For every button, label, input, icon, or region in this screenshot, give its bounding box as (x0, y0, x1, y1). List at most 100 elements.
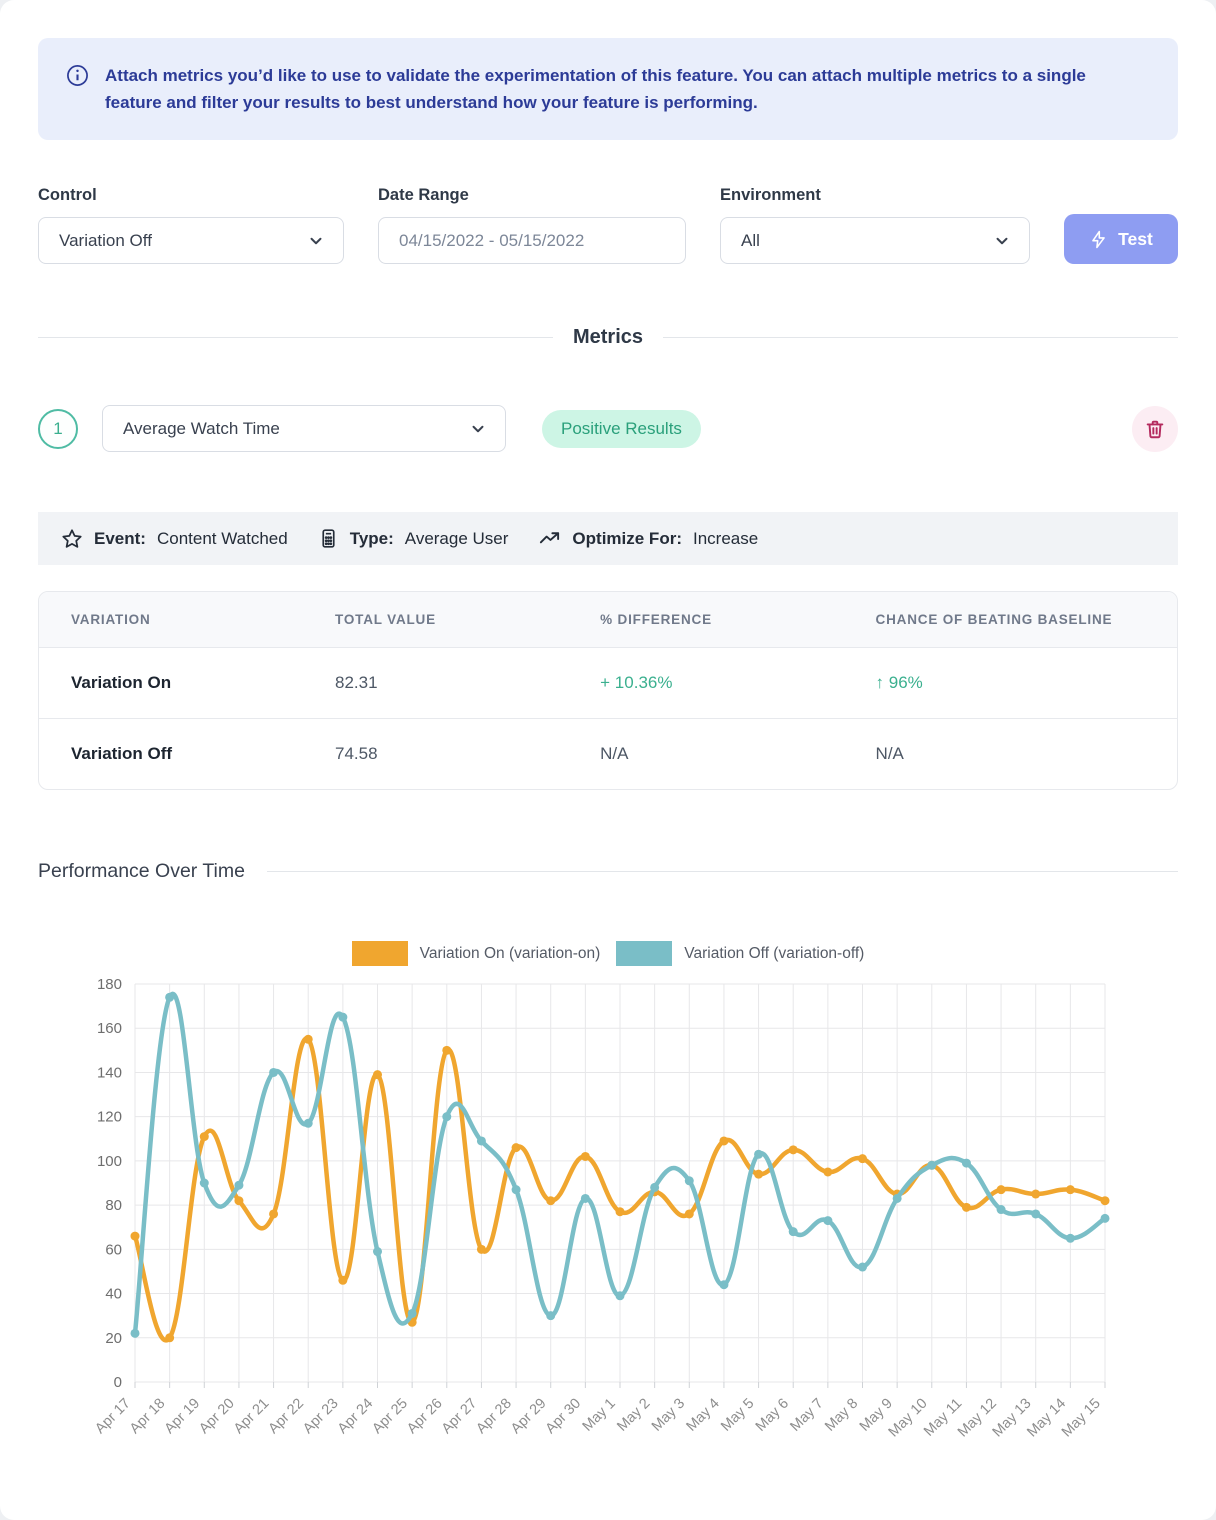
svg-text:May 7: May 7 (787, 1396, 826, 1435)
svg-text:0: 0 (114, 1374, 122, 1391)
chevron-down-icon (993, 232, 1011, 250)
meta-type-value: Average User (405, 529, 509, 549)
environment-label: Environment (720, 186, 1030, 205)
control-select-value: Variation Off (59, 231, 307, 251)
legend-swatch-variation-off (616, 941, 672, 966)
svg-text:Apr 25: Apr 25 (369, 1396, 411, 1438)
performance-chart: 0 20 40 60 80 100 120 140 160 180 Apr 17Apr 18 Apr … (38, 972, 1178, 1482)
svg-text:20: 20 (105, 1330, 122, 1347)
svg-text:May 15: May 15 (1059, 1396, 1104, 1441)
performance-title: Performance Over Time (38, 860, 245, 883)
meta-event-label: Event: (94, 529, 146, 549)
control-select[interactable]: Variation Off (38, 217, 344, 264)
legend-item-variation-off[interactable]: Variation Off (variation-off) (616, 941, 864, 966)
delete-metric-button[interactable] (1132, 406, 1178, 452)
meta-type-label: Type: (350, 529, 394, 549)
lightning-icon (1089, 230, 1108, 249)
svg-text:Apr 18: Apr 18 (127, 1396, 169, 1438)
svg-text:Apr 21: Apr 21 (231, 1396, 273, 1438)
metric-row: 1 Average Watch Time Positive Results (38, 405, 1178, 452)
svg-text:May 4: May 4 (684, 1396, 723, 1435)
legend-item-variation-on[interactable]: Variation On (variation-on) (352, 941, 601, 966)
svg-text:May 3: May 3 (649, 1396, 688, 1435)
environment-field: Environment All (720, 186, 1030, 264)
svg-text:May 6: May 6 (753, 1396, 792, 1435)
legend-label-variation-off: Variation Off (variation-off) (684, 945, 864, 963)
meta-optimize: Optimize For: Increase (538, 527, 758, 550)
divider-line (663, 337, 1178, 338)
date-range-value: 04/15/2022 - 05/15/2022 (399, 231, 667, 251)
svg-text:Apr 28: Apr 28 (473, 1396, 515, 1438)
cell-variation: Variation Off (39, 719, 303, 790)
svg-text:May 5: May 5 (718, 1396, 757, 1435)
meta-optimize-label: Optimize For: (572, 529, 682, 549)
svg-text:80: 80 (105, 1197, 122, 1214)
svg-text:Apr 20: Apr 20 (196, 1396, 238, 1438)
svg-text:Apr 17: Apr 17 (92, 1396, 134, 1438)
svg-text:Apr 22: Apr 22 (266, 1396, 308, 1438)
meta-event-value: Content Watched (157, 529, 288, 549)
svg-text:Apr 29: Apr 29 (508, 1396, 550, 1438)
cell-difference: N/A (568, 719, 843, 790)
svg-text:Apr 24: Apr 24 (335, 1396, 377, 1438)
table-row: Variation On 82.31 + 10.36% ↑ 96% (39, 648, 1177, 719)
results-table: VARIATION TOTAL VALUE % DIFFERENCE CHANC… (38, 591, 1178, 790)
metric-select[interactable]: Average Watch Time (102, 405, 506, 452)
chart-legend: Variation On (variation-on) Variation Of… (38, 941, 1178, 966)
svg-text:May 1: May 1 (580, 1396, 619, 1435)
date-range-label: Date Range (378, 186, 686, 205)
chevron-down-icon (307, 232, 325, 250)
control-field: Control Variation Off (38, 186, 344, 264)
filters-row: Control Variation Off Date Range 04/15/2… (38, 186, 1178, 264)
svg-text:180: 180 (97, 976, 122, 993)
svg-text:May 2: May 2 (614, 1396, 653, 1435)
experiment-metrics-panel: Attach metrics you’d like to use to vali… (0, 0, 1216, 1520)
star-icon (61, 528, 83, 550)
legend-swatch-variation-on (352, 941, 408, 966)
performance-section-header: Performance Over Time (38, 860, 1178, 883)
divider-line (267, 871, 1178, 872)
results-status-badge: Positive Results (542, 410, 701, 448)
cell-variation: Variation On (39, 648, 303, 719)
svg-text:Apr 27: Apr 27 (439, 1396, 481, 1438)
date-range-field: Date Range 04/15/2022 - 05/15/2022 (378, 186, 686, 264)
trash-icon (1144, 418, 1166, 440)
svg-text:Apr 23: Apr 23 (300, 1396, 342, 1438)
line-chart: 0 20 40 60 80 100 120 140 160 180 Apr 17Apr 18 Apr … (38, 972, 1178, 1477)
cell-total-value: 82.31 (303, 648, 568, 719)
trend-up-icon (538, 527, 561, 550)
divider-line (38, 337, 553, 338)
cell-chance: ↑ 96% (844, 648, 1177, 719)
environment-select-value: All (741, 231, 993, 251)
meta-event: Event: Content Watched (61, 528, 288, 550)
metrics-section-title: Metrics (573, 326, 643, 349)
metric-select-value: Average Watch Time (123, 419, 469, 439)
test-button-label: Test (1118, 229, 1153, 250)
col-header-chance: CHANCE OF BEATING BASELINE (844, 592, 1177, 648)
col-header-variation: VARIATION (39, 592, 303, 648)
svg-text:May 10: May 10 (886, 1396, 931, 1441)
svg-text:60: 60 (105, 1242, 122, 1259)
meta-type: Type: Average User (318, 528, 509, 549)
info-banner-text: Attach metrics you’d like to use to vali… (105, 62, 1125, 116)
cell-chance: N/A (844, 719, 1177, 790)
meta-optimize-value: Increase (693, 529, 758, 549)
svg-text:140: 140 (97, 1065, 122, 1082)
environment-select[interactable]: All (720, 217, 1030, 264)
test-button[interactable]: Test (1064, 214, 1178, 264)
date-range-input[interactable]: 04/15/2022 - 05/15/2022 (378, 217, 686, 264)
metrics-section-header: Metrics (38, 326, 1178, 349)
svg-text:160: 160 (97, 1021, 122, 1038)
svg-text:Apr 30: Apr 30 (543, 1396, 585, 1438)
svg-text:100: 100 (97, 1153, 122, 1170)
metric-number-badge: 1 (38, 409, 78, 449)
calculator-icon (318, 528, 339, 549)
svg-text:120: 120 (97, 1109, 122, 1126)
cell-total-value: 74.58 (303, 719, 568, 790)
svg-text:40: 40 (105, 1286, 122, 1303)
svg-text:Apr 26: Apr 26 (404, 1396, 446, 1438)
table-header-row: VARIATION TOTAL VALUE % DIFFERENCE CHANC… (39, 592, 1177, 648)
col-header-difference: % DIFFERENCE (568, 592, 843, 648)
info-icon (66, 64, 89, 87)
metric-meta-bar: Event: Content Watched Type: Average Use… (38, 512, 1178, 565)
